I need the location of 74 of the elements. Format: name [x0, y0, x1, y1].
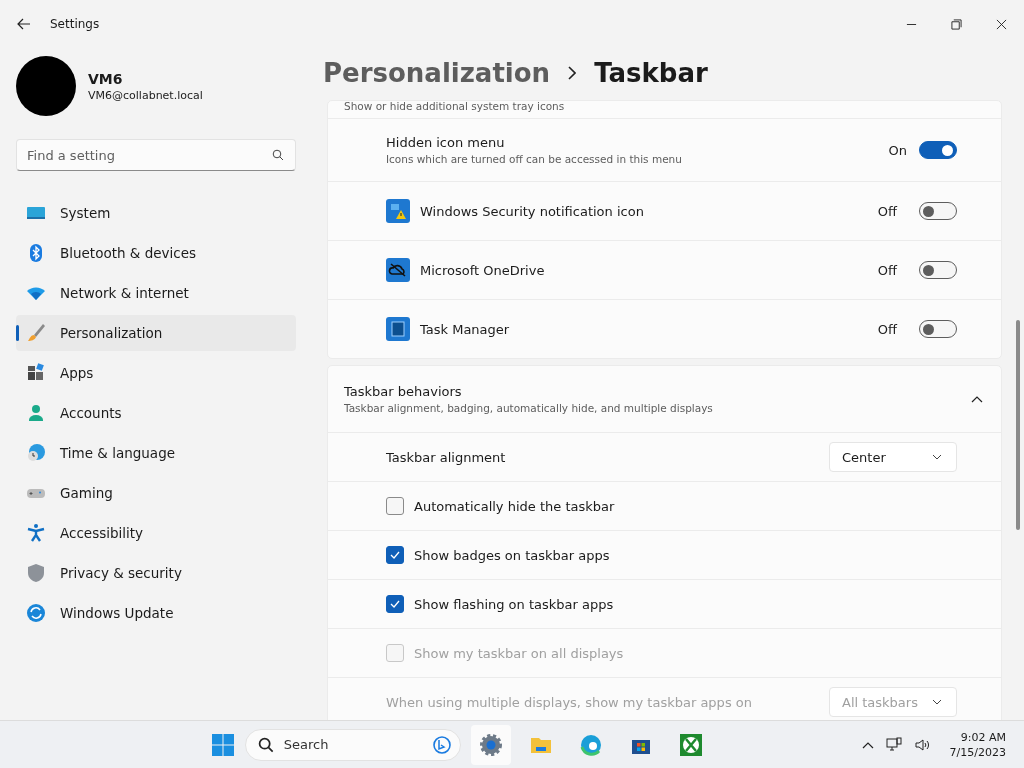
network-icon[interactable]	[885, 736, 902, 753]
window-title: Settings	[50, 17, 100, 31]
nav-item[interactable]: Windows Update	[16, 595, 296, 631]
back-icon[interactable]	[17, 18, 31, 30]
chevron-icon[interactable]	[971, 395, 983, 403]
avatar	[16, 56, 76, 116]
setting-title: Taskbar alignment	[386, 449, 507, 465]
setting-description: Icons which are turned off can be accessed in this menu	[386, 153, 683, 165]
nav-item[interactable]: Time & language	[16, 435, 296, 471]
chevron-up-icon[interactable]	[861, 740, 874, 749]
check-icon	[389, 598, 401, 610]
checkbox-label: Show flashing on taskbar apps	[414, 596, 614, 612]
checkbox-label: Show badges on taskbar apps	[414, 547, 610, 563]
accounts-icon	[26, 403, 46, 423]
chevron-icon	[568, 66, 577, 80]
section-subtitle: Show or hide additional system tray icons	[344, 100, 565, 112]
setting-title: Microsoft OneDrive	[420, 262, 546, 278]
setting-title: Hidden icon menu	[386, 135, 506, 150]
setting-title: Windows Security notification icon	[420, 203, 645, 219]
volume-icon[interactable]	[913, 736, 930, 753]
nav-item[interactable]: Gaming	[16, 475, 296, 511]
user-email: VM6@collabnet.local	[88, 88, 203, 102]
nav-item[interactable]: Accessibility	[16, 515, 296, 551]
toggle-state: On	[888, 142, 907, 158]
accessibility-icon	[26, 523, 46, 543]
checkbox[interactable]	[386, 595, 404, 613]
check-icon	[389, 549, 401, 561]
update-icon	[26, 603, 46, 623]
section-subtitle: Taskbar alignment, badging, automatically hide, and multiple displays	[344, 402, 714, 414]
clock-date[interactable]: 7/15/2023	[949, 745, 1006, 759]
search-field[interactable]: Find a setting	[16, 139, 296, 171]
nav-item[interactable]: Accounts	[16, 395, 296, 431]
checkbox[interactable]	[386, 497, 404, 515]
toggle-switch[interactable]	[919, 320, 957, 338]
clock-time[interactable]: 9:02 AM	[960, 730, 1006, 744]
checkbox-label: Show my taskbar on all displays	[414, 645, 624, 661]
dropdown[interactable]: Center	[829, 442, 957, 472]
toggle-switch[interactable]	[919, 202, 957, 220]
personalization-icon	[26, 323, 46, 343]
onedrive-icon	[386, 258, 410, 282]
page-title: Taskbar	[594, 58, 708, 88]
nav-item[interactable]: System	[16, 195, 296, 231]
time-icon	[26, 443, 46, 463]
taskmanager-icon	[386, 317, 410, 341]
nav-item[interactable]: Apps	[16, 355, 296, 391]
taskbar-search[interactable]: Search	[244, 728, 461, 761]
toggle-switch[interactable]	[919, 261, 957, 279]
apps-icon	[26, 363, 46, 383]
caret-icon	[932, 454, 942, 460]
checkbox[interactable]	[386, 546, 404, 564]
settings-app-icon[interactable]	[470, 724, 511, 765]
toggle-switch[interactable]	[919, 141, 957, 159]
breadcrumb-parent[interactable]: Personalization	[323, 58, 551, 88]
setting-title: When using multiple displays, show my taskbar apps on	[386, 694, 753, 710]
search-icon	[257, 736, 274, 753]
caret-icon	[932, 699, 942, 705]
chat-bubble-icon	[431, 734, 452, 755]
nav-item[interactable]: Personalization	[16, 315, 296, 351]
setting-title: Task Manager	[420, 321, 511, 337]
search-icon	[272, 149, 284, 161]
security-icon	[386, 199, 410, 223]
nav-item[interactable]: Network & internet	[16, 275, 296, 311]
section-title: Taskbar behaviors	[344, 384, 463, 399]
toggle-state: Off	[877, 262, 897, 278]
checkbox-label: Automatically hide the taskbar	[414, 498, 615, 514]
close-icon[interactable]	[996, 18, 1007, 30]
privacy-icon	[26, 563, 46, 583]
nav-item[interactable]: Bluetooth & devices	[16, 235, 296, 271]
toggle-state: Off	[877, 203, 897, 219]
start-icon[interactable]	[210, 732, 235, 757]
toggle-state: Off	[877, 321, 897, 337]
maximize-icon[interactable]	[951, 18, 962, 30]
user-name: VM6	[88, 70, 124, 87]
nav-item[interactable]: Privacy & security	[16, 555, 296, 591]
